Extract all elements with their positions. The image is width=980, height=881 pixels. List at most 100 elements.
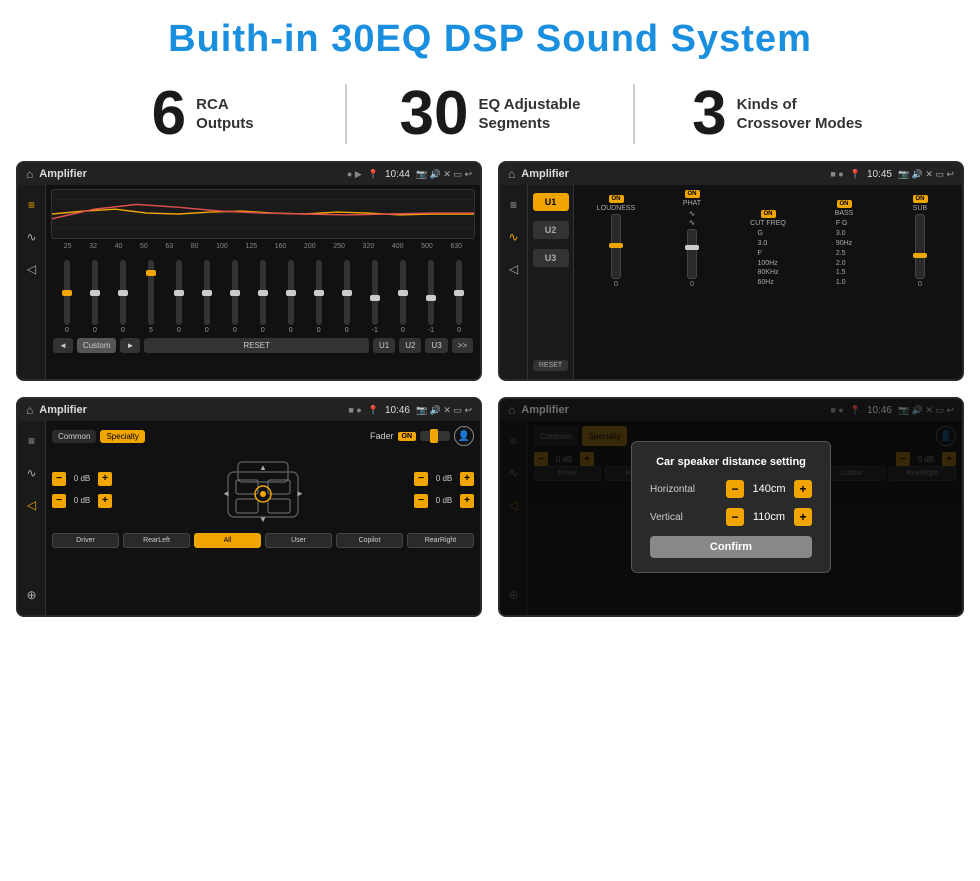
reset-btn-1[interactable]: RESET <box>144 338 369 353</box>
specialty-tab[interactable]: Specialty <box>100 430 144 443</box>
u1-btn[interactable]: U1 <box>373 338 395 353</box>
phat-label: PHAT <box>683 200 701 207</box>
dot-icons-1: ● ▶ <box>347 169 362 180</box>
more-btn[interactable]: >> <box>452 338 473 353</box>
reset-btn-cross[interactable]: RESET <box>533 360 568 371</box>
slider-11[interactable]: 0 <box>344 260 350 334</box>
eq-icon-3[interactable]: ≡ <box>22 431 42 451</box>
rearRight-btn[interactable]: RearRight <box>407 533 474 548</box>
slider-14[interactable]: -1 <box>428 260 434 334</box>
stat-label-rca: RCA Outputs <box>196 95 254 134</box>
wave-icon-3[interactable]: ∿ <box>22 463 42 483</box>
wave-icon[interactable]: ∿ <box>22 227 42 247</box>
speaker-icon-2[interactable]: ◁ <box>504 259 524 279</box>
slider-3[interactable]: 0 <box>120 260 126 334</box>
expand-icon-3[interactable]: ⊕ <box>22 585 42 605</box>
loudness-slider[interactable] <box>611 214 621 279</box>
slider-4[interactable]: 5 <box>148 260 154 334</box>
db-control-1: − 0 dB + <box>52 472 112 486</box>
u3-btn[interactable]: U3 <box>425 338 447 353</box>
fader-controls-layout: − 0 dB + − 0 dB + <box>52 452 474 527</box>
all-btn[interactable]: All <box>194 533 261 548</box>
u3-select[interactable]: U3 <box>533 249 569 267</box>
slider-13[interactable]: 0 <box>400 260 406 334</box>
slider-9[interactable]: 0 <box>288 260 294 334</box>
slider-7[interactable]: 0 <box>232 260 238 334</box>
cutfreq-label: CUT FREQ <box>750 220 786 227</box>
sub-slider[interactable] <box>915 214 925 279</box>
minus-btn-3[interactable]: − <box>414 472 428 486</box>
slider-12[interactable]: -1 <box>372 260 378 334</box>
u2-btn[interactable]: U2 <box>399 338 421 353</box>
db-val-4: 0 dB <box>431 496 457 505</box>
horizontal-value: 140cm <box>749 483 789 495</box>
speaker-icon[interactable]: ◁ <box>22 259 42 279</box>
freq-100: 100 <box>216 243 228 250</box>
eq-icon-2[interactable]: ≡ <box>504 195 524 215</box>
phat-slider[interactable] <box>687 229 697 279</box>
slider-6[interactable]: 0 <box>204 260 210 334</box>
slider-8[interactable]: 0 <box>260 260 266 334</box>
db-control-3: − 0 dB + <box>414 472 474 486</box>
wave-icon-2[interactable]: ∿ <box>504 227 524 247</box>
driver-btn[interactable]: Driver <box>52 533 119 548</box>
stat-label-eq: EQ Adjustable Segments <box>478 95 580 134</box>
plus-btn-1[interactable]: + <box>98 472 112 486</box>
slider-5[interactable]: 0 <box>176 260 182 334</box>
eq-icon[interactable]: ≡ <box>22 195 42 215</box>
slider-10[interactable]: 0 <box>316 260 322 334</box>
copilot-btn[interactable]: Copilot <box>336 533 403 548</box>
plus-btn-3[interactable]: + <box>460 472 474 486</box>
common-tab[interactable]: Common <box>52 430 96 443</box>
home-icon-3: ⌂ <box>26 403 33 417</box>
horizontal-row: Horizontal − 140cm + <box>650 480 812 498</box>
stat-number-eq: 30 <box>400 83 469 145</box>
plus-btn-4[interactable]: + <box>460 494 474 508</box>
fader-on-badge: ON <box>398 432 417 441</box>
stat-number-crossover: 3 <box>692 83 726 145</box>
freq-400: 400 <box>392 243 404 250</box>
vertical-minus[interactable]: − <box>726 508 744 526</box>
u1-select[interactable]: U1 <box>533 193 569 211</box>
fader-slider-h[interactable] <box>420 431 450 441</box>
plus-btn-2[interactable]: + <box>98 494 112 508</box>
status-title-3: Amplifier <box>39 404 342 416</box>
location-icon-2: 📍 <box>850 169 861 180</box>
dialog-overlay: Car speaker distance setting Horizontal … <box>500 399 962 615</box>
freq-80: 80 <box>191 243 199 250</box>
dialog-title: Car speaker distance setting <box>650 456 812 468</box>
freq-200: 200 <box>304 243 316 250</box>
minus-btn-1[interactable]: − <box>52 472 66 486</box>
slider-1[interactable]: 0 <box>64 260 70 334</box>
location-icon-3: 📍 <box>368 405 379 416</box>
horizontal-minus[interactable]: − <box>726 480 744 498</box>
slider-15[interactable]: 0 <box>456 260 462 334</box>
horizontal-plus[interactable]: + <box>794 480 812 498</box>
cutfreq-col: ON CUT FREQ G3.0F100Hz80KHz60Hz <box>732 210 804 288</box>
rearLeft-btn[interactable]: RearLeft <box>123 533 190 548</box>
status-icons-3: 📷 🔊 ✕ ▭ ↩ <box>416 405 472 416</box>
on-badge-phat: ON <box>685 190 700 198</box>
custom-preset-btn[interactable]: Custom <box>77 338 117 353</box>
next-preset-btn[interactable]: ► <box>120 338 140 353</box>
confirm-button[interactable]: Confirm <box>650 536 812 558</box>
minus-btn-2[interactable]: − <box>52 494 66 508</box>
prev-preset-btn[interactable]: ◄ <box>53 338 73 353</box>
car-diagram: ▲ ▼ ◄ ► <box>118 452 408 527</box>
status-bar-3: ⌂ Amplifier ■ ● 📍 10:46 📷 🔊 ✕ ▭ ↩ <box>18 399 480 421</box>
user-btn[interactable]: User <box>265 533 332 548</box>
screen-eq: ⌂ Amplifier ● ▶ 📍 10:44 📷 🔊 ✕ ▭ ↩ ≡ ∿ ◁ <box>16 161 482 381</box>
eq-sidebar: ≡ ∿ ◁ <box>18 185 46 379</box>
u2-select[interactable]: U2 <box>533 221 569 239</box>
db-val-2: 0 dB <box>69 496 95 505</box>
fader-label-text: Fader <box>370 431 394 441</box>
vertical-plus[interactable]: + <box>794 508 812 526</box>
speaker-icon-3[interactable]: ◁ <box>22 495 42 515</box>
freq-40: 40 <box>115 243 123 250</box>
minus-btn-4[interactable]: − <box>414 494 428 508</box>
slider-2[interactable]: 0 <box>92 260 98 334</box>
freq-500: 500 <box>421 243 433 250</box>
db-control-2: − 0 dB + <box>52 494 112 508</box>
stats-row: 6 RCA Outputs 30 EQ Adjustable Segments … <box>0 73 980 161</box>
loudness-col: ON LOUDNESS 0 <box>580 195 652 288</box>
